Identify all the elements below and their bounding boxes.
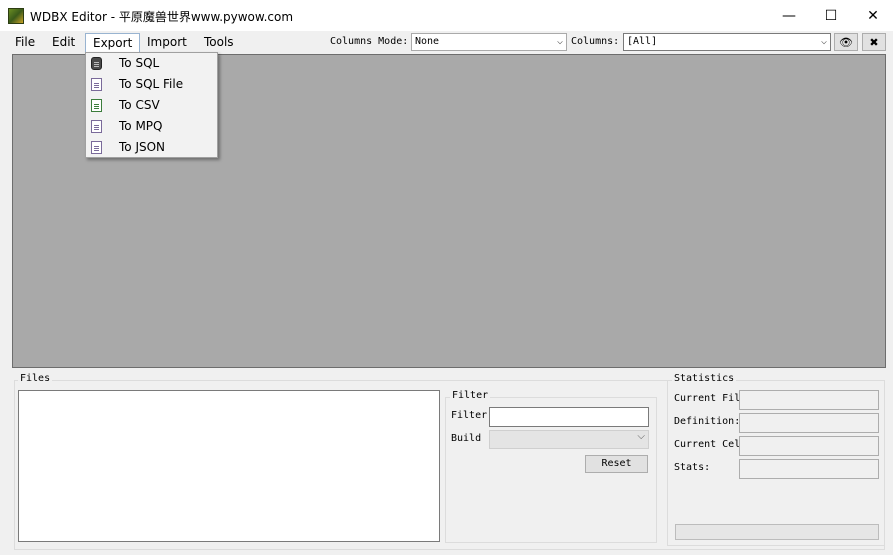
app-icon (8, 8, 24, 24)
export-to-json-item[interactable]: To JSON (86, 137, 217, 158)
current-cell-field (739, 436, 879, 456)
document-icon (91, 141, 102, 154)
csv-file-icon (91, 99, 102, 112)
export-item-label: To MPQ (119, 119, 163, 133)
chevron-down-icon: ⌵ (820, 36, 827, 47)
export-dropdown-menu: To SQL To SQL File To CSV To MPQ To JSON (85, 52, 218, 158)
export-item-label: To JSON (119, 140, 166, 154)
export-to-csv-item[interactable]: To CSV (86, 95, 217, 116)
clear-columns-button[interactable]: ✖ (862, 33, 886, 51)
filter-label: Filter (451, 410, 488, 421)
export-item-label: To SQL (119, 56, 160, 70)
columns-mode-select[interactable]: None ⌵ (411, 33, 567, 51)
export-to-sql-file-item[interactable]: To SQL File (86, 74, 217, 95)
minimize-button[interactable]: — (766, 0, 812, 31)
columns-mode-label: Columns Mode: (330, 36, 409, 47)
maximize-button[interactable]: ☐ (808, 0, 854, 31)
filter-input[interactable] (489, 407, 649, 427)
reset-button[interactable]: Reset (585, 455, 648, 473)
menu-export[interactable]: Export (85, 33, 141, 53)
close-button[interactable]: ✕ (850, 0, 893, 31)
columns-label: Columns: (571, 36, 620, 47)
files-list[interactable] (18, 390, 440, 542)
stats-field (739, 459, 879, 479)
title-bar: WDBX Editor - 平原魔兽世界www.pywow.com — ☐ ✕ (0, 0, 893, 31)
definition-field (739, 413, 879, 433)
current-file-field (739, 390, 879, 410)
toggle-columns-button[interactable]: 👁 (834, 33, 858, 51)
export-item-label: To CSV (119, 98, 160, 112)
build-label: Build (451, 433, 482, 444)
columns-select[interactable]: [All] ⌵ (623, 33, 831, 51)
export-item-label: To SQL File (119, 77, 184, 91)
current-file-label: Current Fil (674, 393, 741, 404)
document-icon (91, 120, 102, 133)
window-title: WDBX Editor - 平原魔兽世界www.pywow.com (30, 10, 294, 24)
eye-slash-icon: 👁 (839, 35, 853, 49)
columns-value: [All] (627, 36, 658, 47)
document-icon (91, 78, 102, 91)
database-icon (91, 57, 102, 70)
menu-tools[interactable]: Tools (197, 33, 241, 53)
close-icon: ✖ (869, 35, 879, 49)
export-to-mpq-item[interactable]: To MPQ (86, 116, 217, 137)
columns-mode-value: None (415, 36, 440, 47)
current-cell-label: Current Cel (674, 439, 741, 450)
filter-group-title: Filter (450, 390, 491, 401)
chevron-down-icon: ⌵ (556, 36, 563, 47)
progress-bar (675, 524, 879, 540)
menu-edit[interactable]: Edit (45, 33, 82, 53)
menu-import[interactable]: Import (140, 33, 194, 53)
build-select[interactable]: ⌵ (489, 430, 649, 449)
files-group-title: Files (18, 373, 53, 384)
export-to-sql-item[interactable]: To SQL (86, 53, 217, 74)
chevron-down-icon: ⌵ (637, 431, 645, 442)
statistics-group-title: Statistics (672, 373, 737, 384)
menu-file[interactable]: File (8, 33, 42, 53)
definition-label: Definition: (674, 416, 741, 427)
stats-label: Stats: (674, 462, 711, 473)
